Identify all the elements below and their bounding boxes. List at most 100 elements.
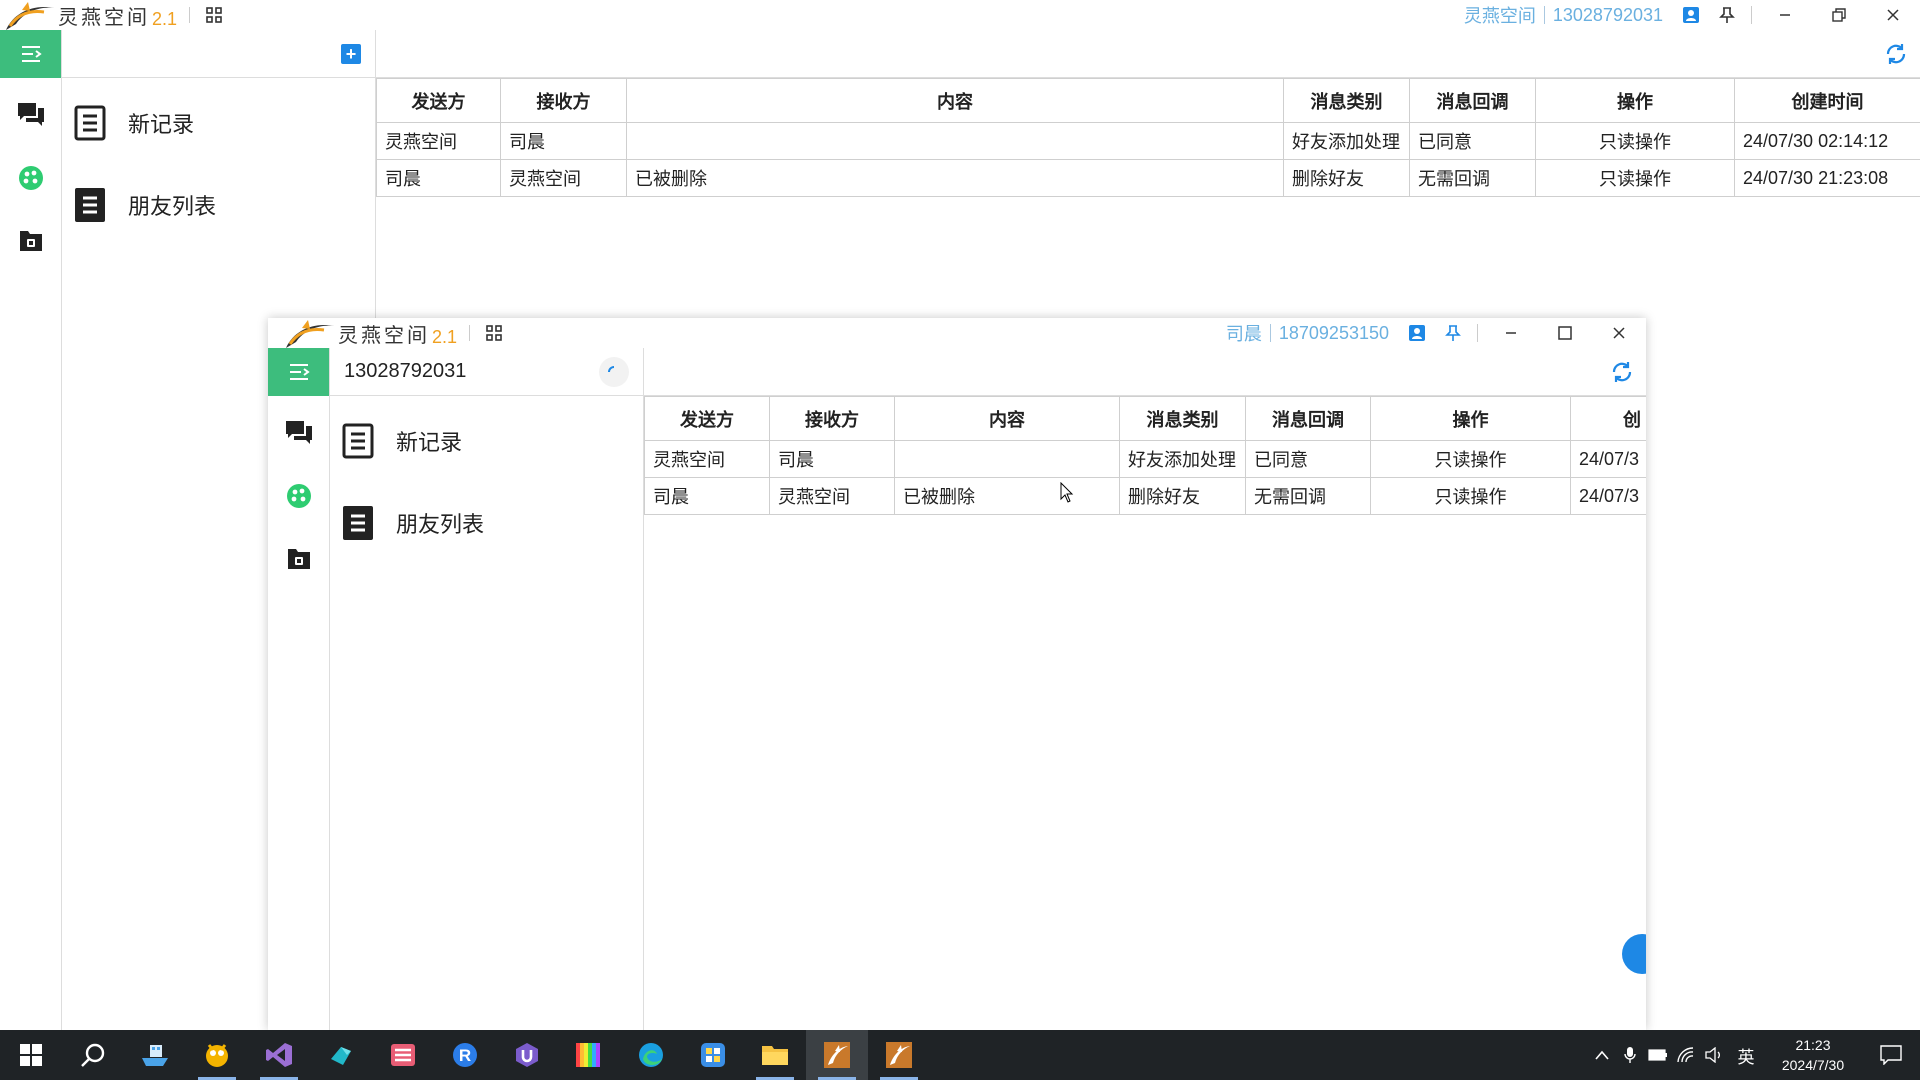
search-icon[interactable] [62, 1030, 124, 1080]
column-header[interactable]: 创 [1570, 396, 1646, 441]
cell-sender: 灵燕空间 [376, 122, 501, 160]
clock-date: 2024/7/30 [1781, 1057, 1845, 1073]
loading-spinner-icon [599, 356, 629, 387]
maximize-button[interactable] [1538, 318, 1592, 348]
column-header[interactable]: 操作 [1535, 78, 1735, 123]
title-bar: 灵燕空间 2.1 司晨 18709253150 [268, 318, 1646, 348]
user-name[interactable]: 司晨 [1226, 320, 1262, 346]
records-table: 发送方 接收方 内容 消息类别 消息回调 操作 创建时间 灵燕空间 司晨 好友添… [376, 78, 1920, 197]
contact-card-icon[interactable] [1399, 318, 1435, 348]
app-name: 灵燕空间 [338, 323, 430, 347]
ship-app-icon[interactable] [124, 1030, 186, 1080]
box-app-icon[interactable] [682, 1030, 744, 1080]
second-window: 灵燕空间 2.1 司晨 18709253150 13028792031 新记录 … [268, 318, 1646, 1030]
visual-studio-icon[interactable] [248, 1030, 310, 1080]
color-bars-app-icon[interactable] [558, 1030, 620, 1080]
start-icon[interactable] [0, 1030, 62, 1080]
u-app-icon[interactable] [496, 1030, 558, 1080]
cell-content: 已被删除 [626, 159, 1284, 197]
battery-icon[interactable] [1644, 1049, 1672, 1061]
column-header[interactable]: 发送方 [376, 78, 501, 123]
stack-app-icon[interactable] [372, 1030, 434, 1080]
contact-card-icon[interactable] [1673, 0, 1709, 30]
microphone-icon[interactable] [1616, 1046, 1644, 1064]
clock[interactable]: 21:23 2024/7/30 [1764, 1035, 1862, 1075]
menu-item-friends-list[interactable]: 朋友列表 [330, 482, 643, 564]
pin-icon[interactable] [1709, 0, 1745, 30]
table-row[interactable]: 灵燕空间 司晨 好友添加处理 已同意 只读操作 24/07/3 [644, 440, 1646, 478]
notification-icon[interactable] [1862, 1045, 1920, 1065]
minimize-button[interactable] [1484, 318, 1538, 348]
cell-type: 删除好友 [1119, 477, 1246, 515]
cell-created: 24/07/30 02:14:12 [1734, 122, 1920, 160]
divider [1751, 6, 1752, 24]
menu-item-new-records[interactable]: 新记录 [330, 400, 643, 482]
cell-created: 24/07/3 [1570, 440, 1646, 478]
minimize-button[interactable] [1758, 0, 1812, 30]
content-header [644, 348, 1646, 396]
add-icon[interactable]: + [341, 43, 361, 64]
table-row[interactable]: 司晨 灵燕空间 已被删除 删除好友 无需回调 只读操作 24/07/30 21:… [376, 159, 1920, 197]
table-header-row: 发送方 接收方 内容 消息类别 消息回调 操作 创建时间 [376, 78, 1920, 123]
list-doc-icon [75, 188, 105, 222]
column-header[interactable]: 内容 [894, 396, 1120, 441]
user-name[interactable]: 灵燕空间 [1464, 2, 1536, 28]
menu-title: 13028792031 [344, 360, 467, 382]
collapse-menu-icon[interactable] [268, 348, 329, 396]
apps-grid-icon[interactable] [202, 3, 226, 27]
chat-icon[interactable] [268, 396, 329, 470]
volume-icon[interactable] [1700, 1047, 1728, 1063]
column-header[interactable]: 内容 [626, 78, 1284, 123]
wifi-icon[interactable] [1672, 1047, 1700, 1063]
column-header[interactable]: 消息类别 [1283, 78, 1410, 123]
edge-icon[interactable] [620, 1030, 682, 1080]
content-header [376, 30, 1920, 78]
cell-content: 已被删除 [894, 477, 1120, 515]
lingyan-app-icon-2[interactable] [868, 1030, 930, 1080]
restore-button[interactable] [1812, 0, 1866, 30]
column-header[interactable]: 消息类别 [1119, 396, 1246, 441]
column-header[interactable]: 消息回调 [1245, 396, 1371, 441]
column-header[interactable]: 消息回调 [1409, 78, 1536, 123]
close-button[interactable] [1592, 318, 1646, 348]
column-header[interactable]: 发送方 [644, 396, 770, 441]
archive-icon[interactable] [268, 522, 329, 596]
chat-icon[interactable] [0, 78, 61, 152]
app-name: 灵燕空间 [58, 5, 150, 29]
floating-action-button[interactable] [1622, 934, 1646, 974]
cell-created: 24/07/3 [1570, 477, 1646, 515]
chevron-up-icon[interactable] [1588, 1050, 1616, 1060]
close-button[interactable] [1866, 0, 1920, 30]
ime-indicator[interactable]: 英 [1728, 1043, 1764, 1068]
cell-callback: 已同意 [1245, 440, 1371, 478]
user-phone[interactable]: 13028792031 [1553, 5, 1663, 26]
pin-icon[interactable] [1435, 318, 1471, 348]
user-phone[interactable]: 18709253150 [1279, 323, 1389, 344]
cell-action: 只读操作 [1370, 440, 1571, 478]
column-header[interactable]: 接收方 [769, 396, 895, 441]
column-header[interactable]: 创建时间 [1734, 78, 1920, 123]
refresh-icon[interactable] [1884, 42, 1908, 66]
palette-icon[interactable] [0, 152, 61, 204]
r-app-icon[interactable]: R [434, 1030, 496, 1080]
lingyan-app-icon[interactable] [806, 1030, 868, 1080]
table-row[interactable]: 灵燕空间 司晨 好友添加处理 已同意 只读操作 24/07/30 02:14:1… [376, 122, 1920, 160]
app-version: 2.1 [432, 327, 458, 347]
file-explorer-icon[interactable] [744, 1030, 806, 1080]
table-row[interactable]: 司晨 灵燕空间 已被删除 删除好友 无需回调 只读操作 24/07/3 [644, 477, 1646, 515]
palette-icon[interactable] [268, 470, 329, 522]
menu-item-friends-list[interactable]: 朋友列表 [62, 164, 375, 246]
app-icon-teal[interactable] [310, 1030, 372, 1080]
cell-content [626, 122, 1284, 160]
cell-receiver: 司晨 [769, 440, 895, 478]
column-header[interactable]: 接收方 [500, 78, 627, 123]
column-header[interactable]: 操作 [1370, 396, 1571, 441]
collapse-menu-icon[interactable] [0, 30, 61, 78]
title-bar: 灵燕空间 2.1 灵燕空间 13028792031 [0, 0, 1920, 30]
menu-item-new-records[interactable]: 新记录 [62, 82, 375, 164]
refresh-icon[interactable] [1610, 360, 1634, 384]
apps-grid-icon[interactable] [482, 321, 506, 345]
bird-app-icon[interactable] [186, 1030, 248, 1080]
divider [1477, 324, 1478, 342]
archive-icon[interactable] [0, 204, 61, 278]
